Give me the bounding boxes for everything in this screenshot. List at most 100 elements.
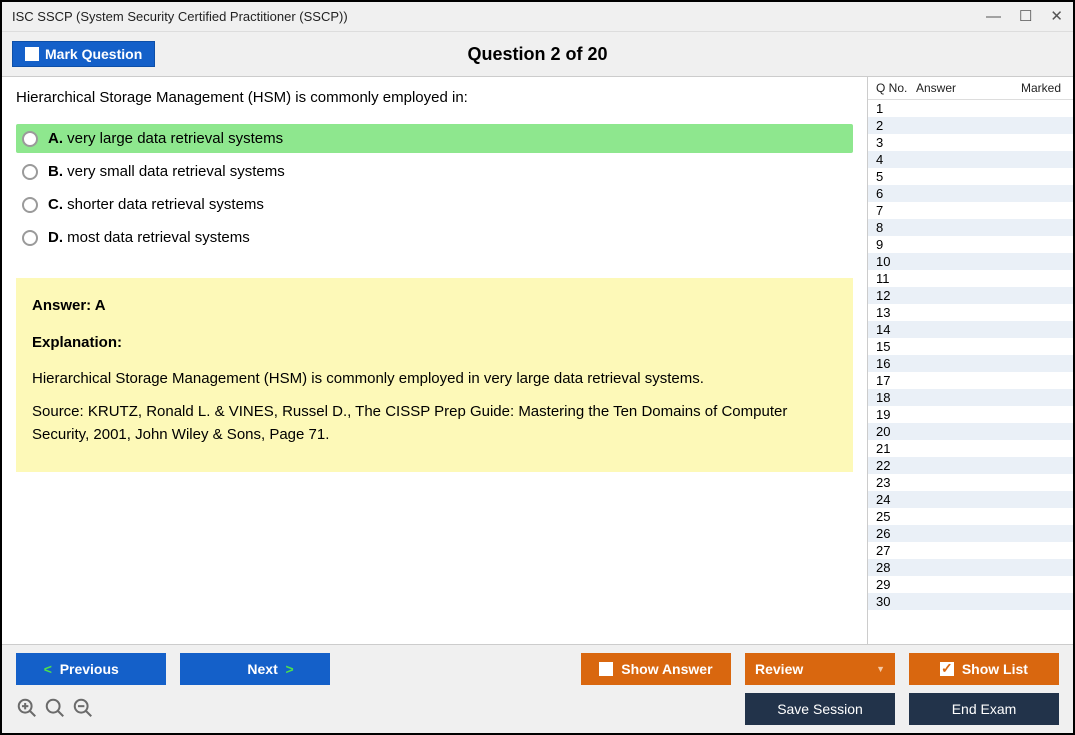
mark-question-checkbox-icon (25, 47, 39, 61)
question-list-row[interactable]: 5 (868, 168, 1073, 185)
question-list-row[interactable]: 25 (868, 508, 1073, 525)
question-list-row[interactable]: 17 (868, 372, 1073, 389)
question-list-row[interactable]: 1 (868, 100, 1073, 117)
show-answer-button[interactable]: Show Answer (581, 653, 731, 685)
question-list-row[interactable]: 9 (868, 236, 1073, 253)
question-number: 19 (876, 407, 916, 422)
question-number: 22 (876, 458, 916, 473)
question-list-row[interactable]: 29 (868, 576, 1073, 593)
question-number: 14 (876, 322, 916, 337)
previous-label: Previous (60, 661, 119, 677)
question-number: 12 (876, 288, 916, 303)
question-list-row[interactable]: 28 (868, 559, 1073, 576)
question-list-row[interactable]: 19 (868, 406, 1073, 423)
question-number: 24 (876, 492, 916, 507)
question-number: 29 (876, 577, 916, 592)
question-list-row[interactable]: 11 (868, 270, 1073, 287)
question-list-row[interactable]: 3 (868, 134, 1073, 151)
question-number: 17 (876, 373, 916, 388)
choice-d[interactable]: D. most data retrieval systems (16, 223, 853, 252)
question-number: 25 (876, 509, 916, 524)
zoom-out-icon[interactable] (72, 697, 94, 722)
question-list-row[interactable]: 30 (868, 593, 1073, 610)
radio-icon (22, 197, 38, 213)
question-list-row[interactable]: 7 (868, 202, 1073, 219)
choice-c[interactable]: C. shorter data retrieval systems (16, 190, 853, 219)
review-dropdown[interactable]: Review ▼ (745, 653, 895, 685)
question-number: 30 (876, 594, 916, 609)
question-list-row[interactable]: 23 (868, 474, 1073, 491)
mark-question-label: Mark Question (45, 46, 142, 62)
question-list-row[interactable]: 27 (868, 542, 1073, 559)
question-number: 10 (876, 254, 916, 269)
question-list-row[interactable]: 18 (868, 389, 1073, 406)
titlebar: ISC SSCP (System Security Certified Prac… (2, 2, 1073, 32)
explanation-paragraph: Hierarchical Storage Management (HSM) is… (32, 367, 837, 390)
col-marked: Marked (1017, 81, 1067, 95)
question-number: 18 (876, 390, 916, 405)
question-number: 6 (876, 186, 916, 201)
question-number: 27 (876, 543, 916, 558)
choice-a[interactable]: A. very large data retrieval systems (16, 124, 853, 153)
explanation-heading: Explanation: (32, 331, 837, 354)
explanation-source: Source: KRUTZ, Ronald L. & VINES, Russel… (32, 400, 837, 447)
question-header-bar: Mark Question Question 2 of 20 (2, 32, 1073, 77)
question-number: 2 (876, 118, 916, 133)
choice-c-label: C. shorter data retrieval systems (48, 196, 264, 213)
next-button[interactable]: Next > (180, 653, 330, 685)
question-list-row[interactable]: 26 (868, 525, 1073, 542)
question-list-row[interactable]: 4 (868, 151, 1073, 168)
question-list-row[interactable]: 24 (868, 491, 1073, 508)
window-controls: — ☐ ✕ (986, 9, 1063, 24)
question-pane: Hierarchical Storage Management (HSM) is… (2, 77, 867, 644)
show-list-button[interactable]: Show List (909, 653, 1059, 685)
question-number: 26 (876, 526, 916, 541)
radio-icon (22, 230, 38, 246)
mark-question-button[interactable]: Mark Question (12, 41, 155, 67)
question-list-row[interactable]: 12 (868, 287, 1073, 304)
question-counter: Question 2 of 20 (467, 44, 607, 65)
question-list-row[interactable]: 14 (868, 321, 1073, 338)
col-answer: Answer (916, 81, 1017, 95)
zoom-in-icon[interactable] (16, 697, 38, 722)
question-number: 16 (876, 356, 916, 371)
zoom-reset-icon[interactable] (44, 697, 66, 722)
question-list-row[interactable]: 16 (868, 355, 1073, 372)
question-list-row[interactable]: 6 (868, 185, 1073, 202)
question-list-row[interactable]: 8 (868, 219, 1073, 236)
previous-button[interactable]: < Previous (16, 653, 166, 685)
question-list-row[interactable]: 13 (868, 304, 1073, 321)
question-number: 7 (876, 203, 916, 218)
minimize-icon[interactable]: — (986, 9, 1001, 24)
question-list-row[interactable]: 20 (868, 423, 1073, 440)
question-list-row[interactable]: 10 (868, 253, 1073, 270)
question-list-row[interactable]: 2 (868, 117, 1073, 134)
app-window: ISC SSCP (System Security Certified Prac… (0, 0, 1075, 735)
show-answer-checkbox-icon (599, 662, 613, 676)
question-number: 9 (876, 237, 916, 252)
chevron-right-icon: > (286, 661, 294, 677)
footer-row-primary: < Previous Next > Show Answer Review ▼ (16, 653, 1059, 685)
question-number: 13 (876, 305, 916, 320)
question-list-row[interactable]: 22 (868, 457, 1073, 474)
choice-a-label: A. very large data retrieval systems (48, 130, 283, 147)
save-session-button[interactable]: Save Session (745, 693, 895, 725)
col-qno: Q No. (876, 81, 916, 95)
question-number: 4 (876, 152, 916, 167)
question-list-row[interactable]: 15 (868, 338, 1073, 355)
question-list-header: Q No. Answer Marked (868, 77, 1073, 100)
choice-b[interactable]: B. very small data retrieval systems (16, 157, 853, 186)
question-list[interactable]: 1234567891011121314151617181920212223242… (868, 100, 1073, 644)
window-title: ISC SSCP (System Security Certified Prac… (12, 9, 986, 24)
zoom-controls (16, 697, 94, 722)
show-list-label: Show List (962, 661, 1028, 677)
choice-d-label: D. most data retrieval systems (48, 229, 250, 246)
close-icon[interactable]: ✕ (1050, 9, 1063, 24)
question-list-row[interactable]: 21 (868, 440, 1073, 457)
end-exam-label: End Exam (952, 701, 1017, 717)
end-exam-button[interactable]: End Exam (909, 693, 1059, 725)
question-number: 20 (876, 424, 916, 439)
chevron-left-icon: < (44, 661, 52, 677)
maximize-icon[interactable]: ☐ (1019, 9, 1032, 24)
radio-icon (22, 131, 38, 147)
